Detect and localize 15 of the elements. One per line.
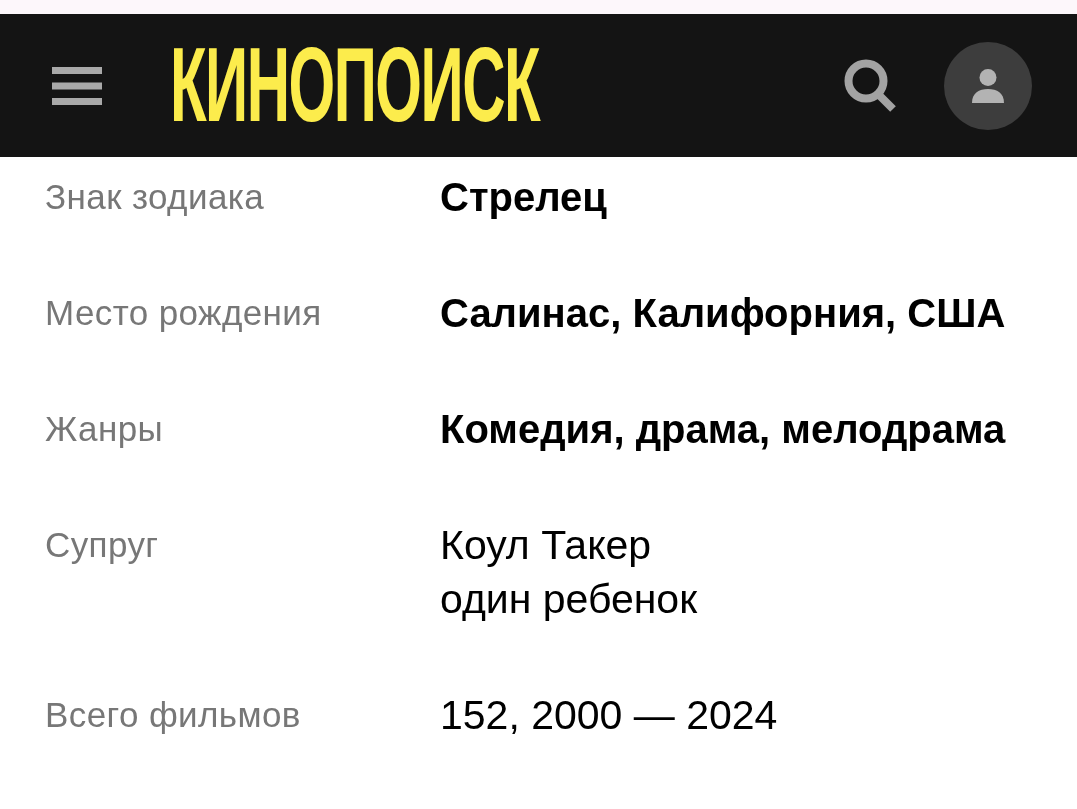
fact-label: Знак зодиака	[45, 176, 266, 218]
fact-label: Всего фильмов	[45, 694, 302, 736]
person-icon	[972, 68, 1004, 103]
fact-label: Жанры	[45, 408, 165, 450]
fact-value: 152, 2000 — 2024	[440, 691, 778, 740]
fact-value: Салинас, Калифорния, США	[440, 290, 1006, 337]
logo[interactable]: КИНОПОИСК	[170, 33, 540, 138]
search-icon[interactable]	[844, 58, 897, 113]
fact-value: Стрелец	[440, 174, 607, 221]
fact-value: Комедия, драма, мелодрама	[440, 406, 1006, 453]
menu-icon[interactable]	[52, 66, 102, 105]
fact-label: Супруг	[45, 524, 160, 566]
fact-label: Место рождения	[45, 292, 323, 334]
fact-value: один ребенок	[440, 575, 698, 624]
fact-value: Коул Такер	[440, 521, 653, 570]
